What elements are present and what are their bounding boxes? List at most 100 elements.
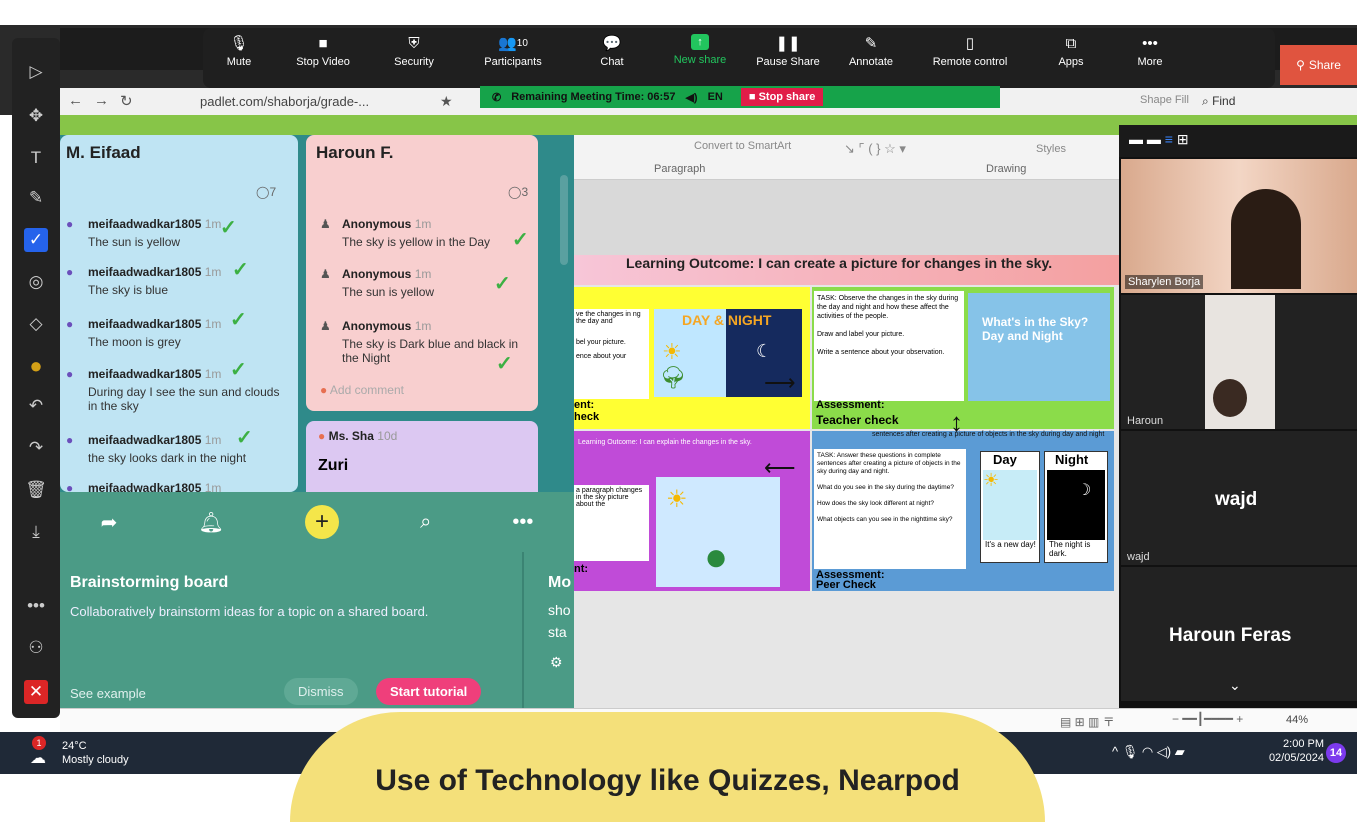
participant-tile[interactable]: Sharylen Borja (1121, 159, 1357, 293)
ppt-ribbon: Convert to SmartArt Paragraph ↘ ⌜ ( } ☆ … (574, 135, 1119, 180)
list-item[interactable]: ● meifaadwadkar1805 1m During day I see th… (60, 367, 280, 413)
participant-tile[interactable]: Haroun (1121, 295, 1357, 429)
start-tutorial-button[interactable]: Start tutorial (376, 678, 482, 705)
padlet-toolbar: ➦ 🔔︎ + ⌕ ••• (60, 492, 574, 552)
annotation-toolbar: ▷ ✥ T ✎ ✓ ◎ ◇ ● ↶ ↷ 🗑 ⤓ ••• ⚇ ✕ (12, 38, 60, 718)
participant-tile[interactable]: wajd wajd (1121, 431, 1357, 565)
earth-picture: ☀ ● (656, 477, 780, 587)
gear-icon[interactable]: ⚙ (550, 654, 563, 671)
participants-button[interactable]: 👥 10 Participants (457, 34, 569, 68)
post-card-zuri[interactable]: ● Ms. Sha 10d Zuri (306, 421, 538, 501)
participant-name: Sharylen Borja (1125, 275, 1204, 289)
post-author: Anonymous (342, 217, 412, 231)
see-example-link[interactable]: See example (70, 686, 146, 701)
more-icon[interactable]: ••• (512, 511, 533, 534)
assessment-label: Assessment: (816, 399, 885, 411)
more-tools-icon[interactable]: ••• (24, 594, 48, 618)
scrollbar[interactable] (560, 175, 568, 265)
notification-badge[interactable]: 14 (1326, 743, 1346, 763)
pause-share-button[interactable]: ❚❚ Pause Share (745, 34, 831, 68)
night-word: Night (1032, 329, 1063, 343)
list-item[interactable]: ● meifaadwadkar1805 1m The sky is blue (60, 265, 298, 297)
stop-video-button[interactable]: ■ Stop Video (275, 34, 371, 69)
shapes-icon[interactable]: ↘ ⌜ ( } ☆ ▾ (844, 141, 906, 157)
find-button[interactable]: ⌕ Find (1202, 94, 1235, 109)
move-icon[interactable]: ✥ (24, 104, 48, 128)
post-text: The moon is grey (88, 335, 181, 349)
chat-button[interactable]: 💬 Chat (569, 34, 655, 68)
redo-icon[interactable]: ↷ (24, 436, 48, 460)
sky-title: What's in the Sky? (982, 315, 1089, 329)
check-mark-icon: ✓ (236, 427, 253, 449)
restore-icon[interactable]: ▬ (1147, 131, 1161, 147)
remote-control-label: Remote control (932, 56, 1008, 68)
tray-icons[interactable]: ^ 🎙 ◠ ◁) ▰ (1112, 744, 1185, 760)
add-post-button[interactable]: + (304, 505, 339, 539)
convert-smartart[interactable]: Convert to SmartArt (694, 140, 791, 152)
mute-button[interactable]: 🎙 Mute (203, 34, 275, 68)
post-author: Anonymous (342, 267, 412, 281)
back-icon[interactable]: ← (68, 92, 83, 109)
pointer-icon[interactable]: ▷ (24, 60, 48, 84)
speaker-view-icon[interactable]: ≡ (1165, 131, 1173, 147)
save-icon[interactable]: ⤓ (24, 520, 48, 544)
spotlight-icon[interactable]: ◎ (24, 270, 48, 294)
draw-icon[interactable]: ✎ (24, 186, 48, 210)
next-card-title: Mo (548, 574, 572, 591)
stop-share-button[interactable]: ■ Stop share (740, 88, 824, 106)
list-item[interactable]: ● meifaadwadkar1805 1m the sky looks dark … (60, 433, 298, 465)
view-icons[interactable]: ▤ ⊞ ▥ 〒 (1060, 713, 1115, 730)
bell-icon[interactable]: 🔔︎ (198, 510, 223, 535)
forward-icon[interactable]: → (94, 92, 109, 109)
list-item[interactable]: ● meifaadwadkar1805 1m The moon is grey (60, 317, 298, 349)
pen-icon: ✎ (864, 35, 878, 52)
participant-display-name: wajd (1215, 489, 1258, 510)
remote-control-button[interactable]: ▯ Remote control (911, 34, 1029, 68)
language-label[interactable]: EN (708, 91, 723, 103)
list-item[interactable]: ● meifaadwadkar1805 1m The sun is yellow (60, 217, 298, 249)
zoom-slider[interactable]: − ━━┃━━━━ + (1172, 712, 1243, 726)
reload-icon[interactable]: ↻ (120, 92, 133, 110)
trash-icon[interactable]: 🗑 (24, 478, 48, 502)
zoom-toolbar: 🎙 Mute ■ Stop Video ⛨ Security 👥 10 Participa… (203, 28, 1275, 88)
participant-tile[interactable]: Haroun Feras ⌄ (1121, 567, 1357, 701)
chevron-down-icon[interactable]: ⌄ (1229, 677, 1241, 694)
list-item[interactable]: ♟ Anonymous 1m The sky is Dark blue and bl… (306, 319, 528, 365)
gallery-icon[interactable]: ⊞ (1177, 131, 1189, 147)
video-icon: ■ (318, 34, 328, 52)
top-band (0, 0, 1357, 25)
eraser-icon[interactable]: ◇ (24, 312, 48, 336)
more-button[interactable]: ••• More (1113, 34, 1187, 69)
annotate-label: Annotate (848, 56, 894, 68)
star-icon[interactable]: ★ (440, 93, 453, 110)
clock-date: 02/05/2024 (1268, 752, 1324, 764)
shape-fill-label[interactable]: Shape Fill (1140, 94, 1189, 106)
more-icon: ••• (1142, 34, 1158, 52)
share-arrow-icon[interactable]: ➦ (101, 510, 118, 535)
apps-button[interactable]: ⧉ Apps (1029, 34, 1113, 69)
users-icon[interactable]: ⚇ (24, 636, 48, 660)
weather-icon[interactable]: ☁ (30, 748, 46, 768)
anonymous-icon: ♟ (320, 319, 331, 333)
add-comment-field[interactable]: ● Add comment (320, 383, 404, 397)
list-item[interactable]: ● meifaadwadkar1805 1m (60, 481, 298, 492)
share-button[interactable]: ⚲ Share (1280, 45, 1357, 85)
add-comment-label: Add comment (329, 383, 404, 397)
color-icon[interactable]: ● (24, 353, 48, 378)
check-mark-icon: ✓ (496, 353, 513, 375)
minimize-icon[interactable]: ▬ (1129, 131, 1143, 147)
pause-icon: ❚❚ (775, 35, 801, 52)
url-field[interactable]: padlet.com/shaborja/grade-... (200, 94, 369, 109)
search-icon[interactable]: ⌕ (420, 511, 431, 534)
undo-icon[interactable]: ↶ (24, 394, 48, 418)
new-share-button[interactable]: ↑ New share (655, 34, 745, 66)
security-button[interactable]: ⛨ Security (371, 34, 457, 69)
styles-button[interactable]: Styles (1036, 143, 1066, 155)
dismiss-button[interactable]: Dismiss (284, 678, 358, 705)
post-text: The sky is yellow in the Day (342, 235, 491, 249)
stamp-check-icon[interactable]: ✓ (24, 228, 48, 252)
close-icon[interactable]: ✕ (24, 680, 48, 704)
text-icon[interactable]: T (24, 146, 48, 170)
annotate-button[interactable]: ✎ Annotate (831, 34, 911, 68)
list-item[interactable]: ♟ Anonymous 1m The sky is yellow in the Da… (306, 217, 538, 249)
